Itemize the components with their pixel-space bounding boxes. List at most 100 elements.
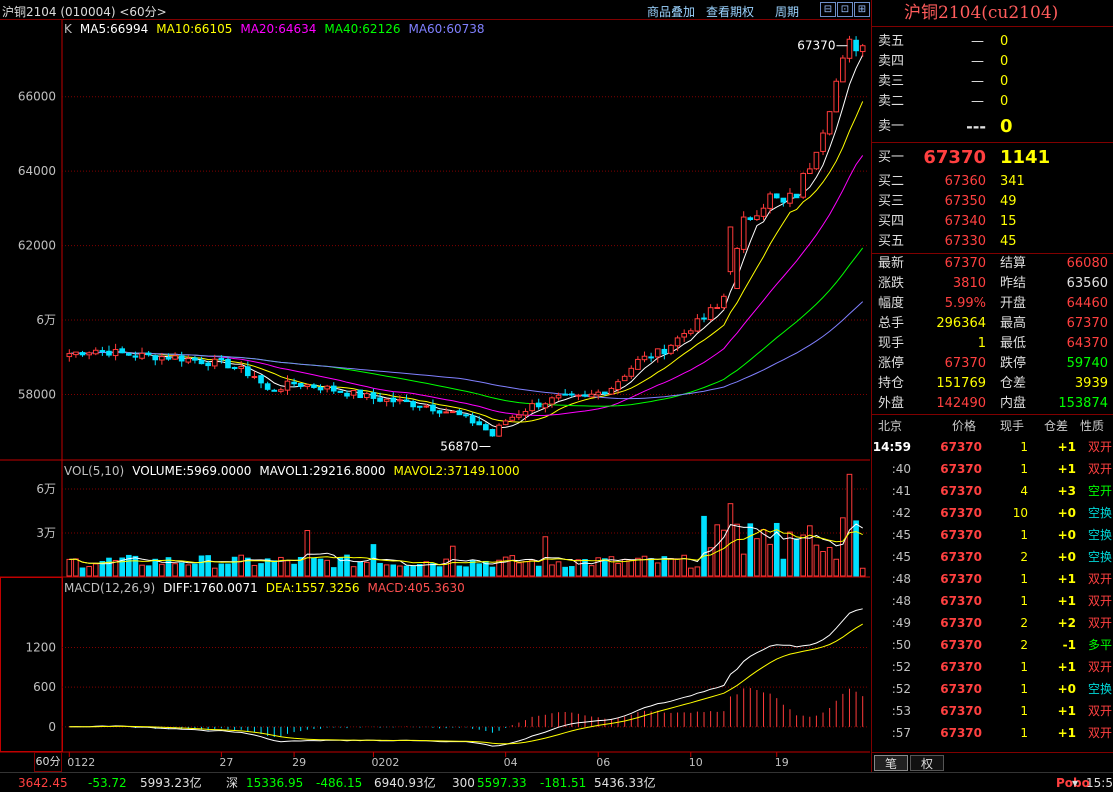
tick-oi-change: +1 [1057,726,1076,740]
volume-bar [820,551,826,577]
volume-axis-label: 3万 [36,526,56,540]
stat-value: 64370 [1066,336,1108,351]
tick-row[interactable]: :48 67370 1 +1 双开 [872,568,1113,590]
ask5-row[interactable]: 卖五 — 0 [872,32,1113,52]
kline-chart[interactable]: 66000 64000 62000 6万 58000 67370 56870 K MA5:669… [0,20,870,772]
candle-body [476,421,483,426]
volume-bar [853,520,859,577]
tick-row[interactable]: :41 67370 4 +3 空开 [872,480,1113,502]
candle-body [608,387,615,395]
candle-body [509,416,516,421]
bid4-row[interactable]: 买四 67340 15 [872,212,1113,232]
ask4-row[interactable]: 卖四 — 0 [872,52,1113,72]
indicator-value: MA20:64634 [240,22,316,36]
candle-body [205,362,211,367]
candle-body [595,391,602,396]
volume-bar [423,561,430,577]
layout-single-icon[interactable]: ⊡ [837,2,853,17]
volume-bar [648,558,654,577]
candle-body [99,350,106,353]
tick-time: :48 [891,572,911,586]
tick-price: 67370 [940,484,982,498]
stat-value: 67370 [1066,316,1108,331]
tick-row[interactable]: :52 67370 1 +1 双开 [872,656,1113,678]
tick-row[interactable]: :52 67370 1 +0 空换 [872,678,1113,700]
volume-bar [198,555,205,577]
ma10-line [69,101,864,423]
volume-bar [397,565,403,577]
tick-row[interactable]: :53 67370 1 +1 双开 [872,700,1113,722]
tick-time: :50 [891,638,911,652]
volume-bar [357,561,364,577]
bid1-row[interactable]: 买一 67370 1141 [872,145,1113,171]
candle-body [681,333,687,338]
layout-split-icon[interactable]: ⊟ [820,2,836,17]
indicator-value: MACD:405.3630 [368,581,465,595]
tab-rights[interactable]: 权 [910,755,944,771]
tick-row[interactable]: :49 67370 2 +2 双开 [872,612,1113,634]
candle-body [582,394,588,397]
tab-ticks[interactable]: 笔 [874,755,908,771]
volume-bar [740,553,747,577]
candle-body [258,375,264,384]
tick-time: :48 [891,594,911,608]
tick-oi-change: +0 [1057,528,1076,542]
bid3-row[interactable]: 买三 67350 49 [872,192,1113,212]
tick-row[interactable]: :45 67370 1 +0 空换 [872,524,1113,546]
volume-bar [79,567,86,577]
volume-bar [806,525,813,577]
volume-bar [826,546,833,577]
volume-bar [509,555,516,577]
tick-volume: 1 [1020,594,1028,608]
volume-bar [555,561,562,577]
candle-body [846,38,853,59]
stat-label: 最高 [1000,316,1027,331]
bid5-row[interactable]: 买五 67330 45 [872,232,1113,252]
volume-bar [568,566,575,577]
layout-expand-icon[interactable]: ⊞ [854,2,870,17]
tick-row[interactable]: :42 67370 10 +0 空换 [872,502,1113,524]
stat-value: 63560 [1066,276,1108,291]
bid-label: 买三 [878,194,905,209]
volume-bar [562,566,568,577]
tick-header: 北京 价格 现手 仓差 性质 [872,416,1113,436]
view-options-link[interactable]: 查看期权 [706,3,754,20]
candle-body [602,391,608,395]
tick-row[interactable]: :50 67370 2 -1 多平 [872,634,1113,656]
tick-row[interactable]: :45 67370 2 +0 空换 [872,546,1113,568]
period-tab[interactable]: 60分 [34,752,62,772]
status-item: 3642.45 [18,776,68,790]
ask2-row[interactable]: 卖二 — 0 [872,92,1113,112]
tick-price: 67370 [940,704,982,718]
tick-row[interactable]: 14:59 67370 1 +1 双开 [872,436,1113,458]
bid2-row[interactable]: 买二 67360 341 [872,172,1113,192]
candle-body [159,356,165,361]
volume-bar [364,561,370,577]
bid-price: 67350 [944,194,986,209]
tick-row[interactable]: :40 67370 1 +1 双开 [872,458,1113,480]
tick-time: :45 [891,528,911,542]
volume-bar [701,515,707,577]
tick-time: :45 [891,550,911,564]
bid-label: 买四 [878,214,905,229]
tick-row[interactable]: :48 67370 1 +1 双开 [872,590,1113,612]
candle-body [430,404,436,412]
tick-row[interactable]: :57 67370 1 +1 双开 [872,722,1113,744]
tick-nature: 双开 [1087,726,1112,740]
ask1-row[interactable]: 卖一 --- 0 [872,114,1113,140]
tick-oi-change: +1 [1057,462,1076,476]
volume-bar [390,564,397,577]
indicator-value: MAVOL2:37149.1000 [394,464,520,478]
tick-time: 14:59 [872,440,911,454]
ask3-row[interactable]: 卖三 — 0 [872,72,1113,92]
candle-body [271,389,278,392]
x-axis-label: 04 [504,756,518,769]
candle-body [317,386,324,391]
indicator-legend: MACD(12,26,9) DIFF:1760.0071 DEA:1557.3256… [64,581,465,595]
overlay-commodity-link[interactable]: 商品叠加 [647,3,695,20]
indicator-value: MA60:60738 [408,22,484,36]
period-link[interactable]: 周期 [775,3,799,20]
candle-body [251,376,258,379]
candle-body [304,384,311,388]
candle-body [443,411,449,414]
